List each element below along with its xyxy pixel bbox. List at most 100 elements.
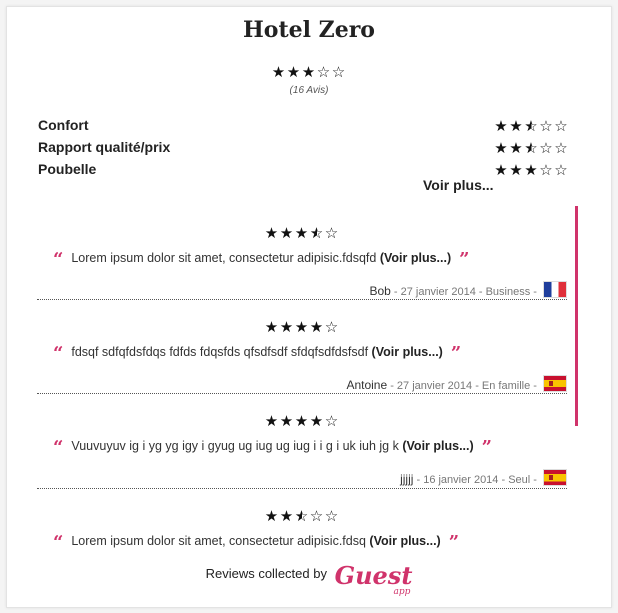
star-icon: ☆: [554, 117, 569, 135]
close-quote-icon: ”: [448, 532, 460, 553]
star-icon: ★: [279, 318, 295, 336]
star-icon: ★: [295, 509, 310, 524]
reviews-count: (16 Avis): [289, 85, 329, 96]
review-text: “ Lorem ipsum dolor sit amet, consectetur…: [37, 532, 567, 553]
spain-flag-icon: [543, 375, 567, 392]
overall-rating: ★★★☆☆: [7, 64, 611, 82]
review-stars: ★★★ ☆☆: [265, 509, 340, 524]
criterion-stars: ★★★☆☆: [494, 119, 569, 134]
star-icon: ☆: [539, 117, 554, 135]
france-flag-icon: [543, 281, 567, 298]
review-details: - 27 janvier 2014 - En famille -: [387, 380, 540, 392]
star-icon: ★: [509, 117, 524, 135]
star-icon: ★: [310, 226, 325, 241]
review-divider: [37, 393, 567, 394]
review-stars: ★★★★☆: [265, 414, 340, 429]
star-icon: ☆: [554, 161, 569, 179]
star-icon: ☆: [539, 139, 554, 157]
star-icon: ☆: [324, 507, 340, 525]
read-more-link[interactable]: (Voir plus...): [369, 534, 440, 548]
star-icon: ★: [264, 412, 280, 430]
open-quote-icon: “: [53, 249, 64, 270]
close-quote-icon: ”: [481, 437, 493, 458]
star-icon: ★: [509, 139, 524, 157]
close-quote-icon: ”: [450, 343, 462, 364]
review-divider: [37, 488, 567, 489]
star-icon: ★: [301, 63, 317, 81]
review-meta: jjjjj - 16 janvier 2014 - Seul -: [400, 469, 567, 486]
review-divider: [37, 299, 567, 300]
footer-label: Reviews collected by: [205, 566, 327, 581]
star-icon: ☆: [324, 224, 340, 242]
review-body: Vuuvuyuv ig i yg yg igy i gyug ug iug ug…: [71, 439, 399, 453]
criterion-stars-poubelle: ★★★☆☆: [494, 162, 569, 180]
star-icon: ☆: [331, 63, 347, 81]
star-icon: ★: [524, 161, 539, 179]
star-icon: ☆: [539, 161, 554, 179]
star-icon: ☆: [309, 507, 325, 525]
review-body: Lorem ipsum dolor sit amet, consectetur …: [71, 534, 366, 548]
star-icon: ★: [271, 63, 287, 81]
star-icon: ★: [494, 161, 509, 179]
star-icon: ★: [279, 507, 295, 525]
star-icon: ★: [524, 119, 539, 134]
star-icon: ☆: [324, 412, 340, 430]
review-body: Lorem ipsum dolor sit amet, consectetur …: [71, 251, 377, 265]
star-icon: ★: [494, 117, 509, 135]
review-details: - 16 janvier 2014 - Seul -: [413, 474, 540, 486]
review-author: Antoine: [346, 378, 388, 392]
star-icon: ★: [294, 224, 310, 242]
star-icon: ☆: [554, 139, 569, 157]
star-icon: ★: [494, 139, 509, 157]
criterion-stars: ★★★☆☆: [494, 141, 569, 156]
star-icon: ★: [264, 224, 280, 242]
review-details: - 27 janvier 2014 - Business -: [390, 286, 540, 298]
star-icon: ★: [309, 412, 325, 430]
star-icon: ☆: [324, 318, 340, 336]
footer: Reviews collected by Guest app: [7, 561, 611, 597]
open-quote-icon: “: [53, 532, 64, 553]
star-icon: ★: [279, 224, 295, 242]
overall-stars: ★★★☆☆: [272, 65, 347, 80]
logo-subtext: app: [393, 587, 411, 597]
review-meta: Bob - 27 janvier 2014 - Business -: [369, 281, 567, 298]
review-meta: Antoine - 27 janvier 2014 - En famille -: [346, 375, 567, 392]
star-icon: ★: [509, 161, 524, 179]
criterion-stars-rapport: ★★★ ☆☆: [494, 140, 569, 158]
see-more-criteria-link[interactable]: Voir plus...: [423, 177, 494, 193]
star-icon: ★: [264, 318, 280, 336]
read-more-link[interactable]: (Voir plus...): [372, 345, 443, 359]
logo-text: Guest: [334, 561, 413, 590]
review-author: jjjjj: [400, 472, 414, 486]
open-quote-icon: “: [53, 343, 64, 364]
spain-flag-icon: [543, 469, 567, 486]
criterion-stars: ★★★☆☆: [494, 163, 569, 178]
close-quote-icon: ”: [459, 249, 470, 270]
star-icon: ★: [279, 412, 295, 430]
review-text: “ Lorem ipsum dolor sit amet, consectetur…: [37, 249, 567, 270]
review-text: “ Vuuvuyuv ig i yg yg igy i gyug ug iug u…: [37, 437, 567, 458]
star-icon: ★: [309, 318, 325, 336]
review-author: Bob: [369, 284, 391, 298]
criterion-label-rapport: Rapport qualité/prix: [38, 139, 171, 155]
star-icon: ★: [294, 318, 310, 336]
review-body: fdsqf sdfqfdsfdqs fdfds fdqsfds qfsdfsdf…: [71, 345, 369, 359]
star-icon: ★: [294, 412, 310, 430]
star-icon: ★: [524, 141, 539, 156]
criterion-stars-confort: ★★★ ☆☆: [494, 118, 569, 136]
review-stars: ★★★★☆: [265, 226, 340, 241]
review-text: “ fdsqf sdfqfdsfdqs fdfds fdqsfds qfsdfsd…: [37, 343, 567, 364]
star-icon: ★: [264, 507, 280, 525]
hotel-name: Hotel Zero: [243, 17, 375, 43]
scrollbar[interactable]: [575, 206, 578, 426]
star-icon: ★: [286, 63, 302, 81]
read-more-link[interactable]: (Voir plus...): [380, 251, 451, 265]
criterion-label-confort: Confort: [38, 117, 89, 133]
read-more-link[interactable]: (Voir plus...): [402, 439, 473, 453]
criterion-label-poubelle: Poubelle: [38, 161, 97, 177]
open-quote-icon: “: [53, 437, 64, 458]
review-widget: Hotel Zero ★★★☆☆ (16 Avis) Confort ★★★ ☆☆…: [6, 6, 612, 608]
guest-app-logo[interactable]: Guest app: [334, 561, 413, 597]
star-icon: ☆: [316, 63, 332, 81]
review-stars: ★★★★☆: [265, 320, 340, 335]
